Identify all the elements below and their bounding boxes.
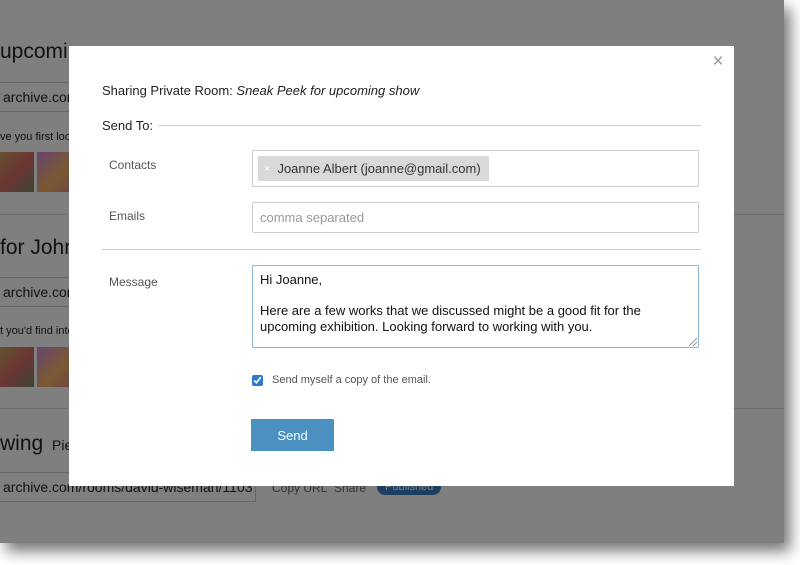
remove-contact-icon[interactable]: ×	[264, 163, 270, 175]
close-icon[interactable]: ×	[710, 52, 726, 71]
contact-token-label: Joanne Albert (joanne@gmail.com)	[277, 161, 481, 176]
dialog-title-room: Sneak Peek for upcoming show	[236, 83, 420, 98]
emails-input[interactable]	[252, 202, 699, 233]
send-copy-label: Send myself a copy of the email.	[272, 374, 431, 386]
send-copy-checkbox[interactable]	[252, 374, 263, 386]
emails-label: Emails	[109, 209, 146, 223]
contacts-label: Contacts	[109, 158, 157, 172]
section-divider	[102, 249, 701, 250]
send-to-heading: Send To:	[102, 118, 154, 133]
dialog-title-prefix: Sharing Private Room:	[102, 83, 237, 98]
share-room-dialog: × Sharing Private Room: Sneak Peek for u…	[69, 46, 734, 486]
message-textarea[interactable]: Hi Joanne, Here are a few works that we …	[252, 265, 699, 348]
resize-handle-icon[interactable]	[689, 338, 697, 346]
send-to-divider	[159, 125, 701, 126]
send-button[interactable]: Send	[251, 419, 334, 451]
send-copy-option[interactable]: Send myself a copy of the email.	[252, 374, 431, 386]
dialog-title: Sharing Private Room: Sneak Peek for upc…	[102, 83, 419, 98]
contact-token[interactable]: × Joanne Albert (joanne@gmail.com)	[258, 156, 489, 181]
contacts-input[interactable]: × Joanne Albert (joanne@gmail.com)	[252, 150, 699, 187]
app-window: upcomin archive.com/ ve you first look f…	[0, 0, 784, 543]
message-label: Message	[109, 275, 158, 289]
